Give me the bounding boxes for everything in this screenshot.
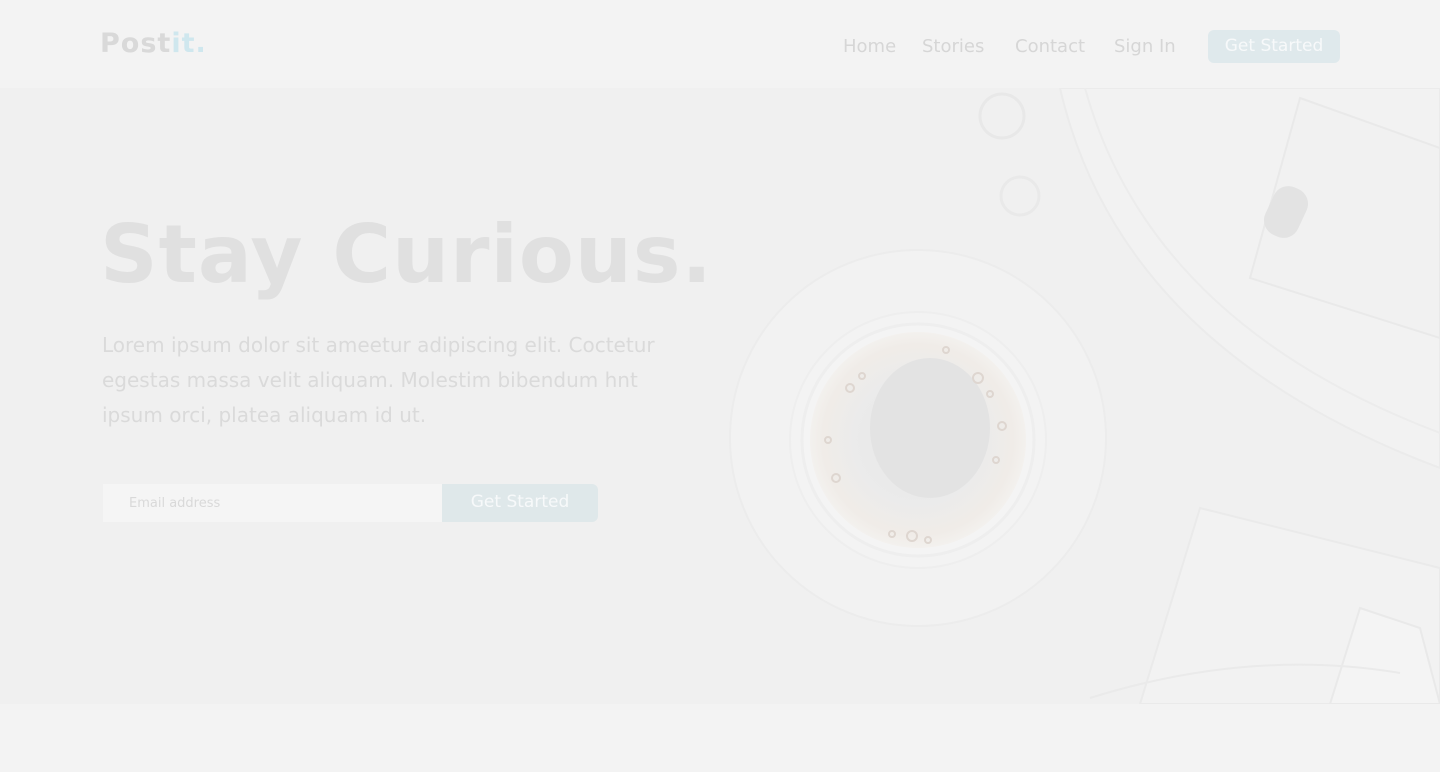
nav-link-sign-in[interactable]: Sign In [1114, 36, 1176, 57]
logo[interactable]: Postit. [100, 28, 207, 59]
nav-link-home[interactable]: Home [843, 36, 896, 57]
email-field[interactable] [103, 484, 442, 522]
nav-link-contact[interactable]: Contact [1015, 36, 1085, 57]
logo-dot: . [195, 28, 207, 59]
logo-accent-text: it [171, 28, 196, 59]
nav-link-stories[interactable]: Stories [922, 36, 984, 57]
hero-get-started-button[interactable]: Get Started [442, 484, 598, 522]
logo-text: Post [100, 28, 172, 59]
hero-description: Lorem ipsum dolor sit ameetur adipiscing… [102, 333, 655, 427]
page-bottom-area [0, 704, 1440, 772]
hero-title: Stay Curious. [100, 208, 713, 301]
site-header: Postit. Home Stories Contact Sign In Get… [0, 0, 1440, 88]
hero-section: Stay Curious. Lorem ipsum dolor sit amee… [0, 88, 1440, 704]
header-get-started-button[interactable]: Get Started [1208, 30, 1340, 63]
